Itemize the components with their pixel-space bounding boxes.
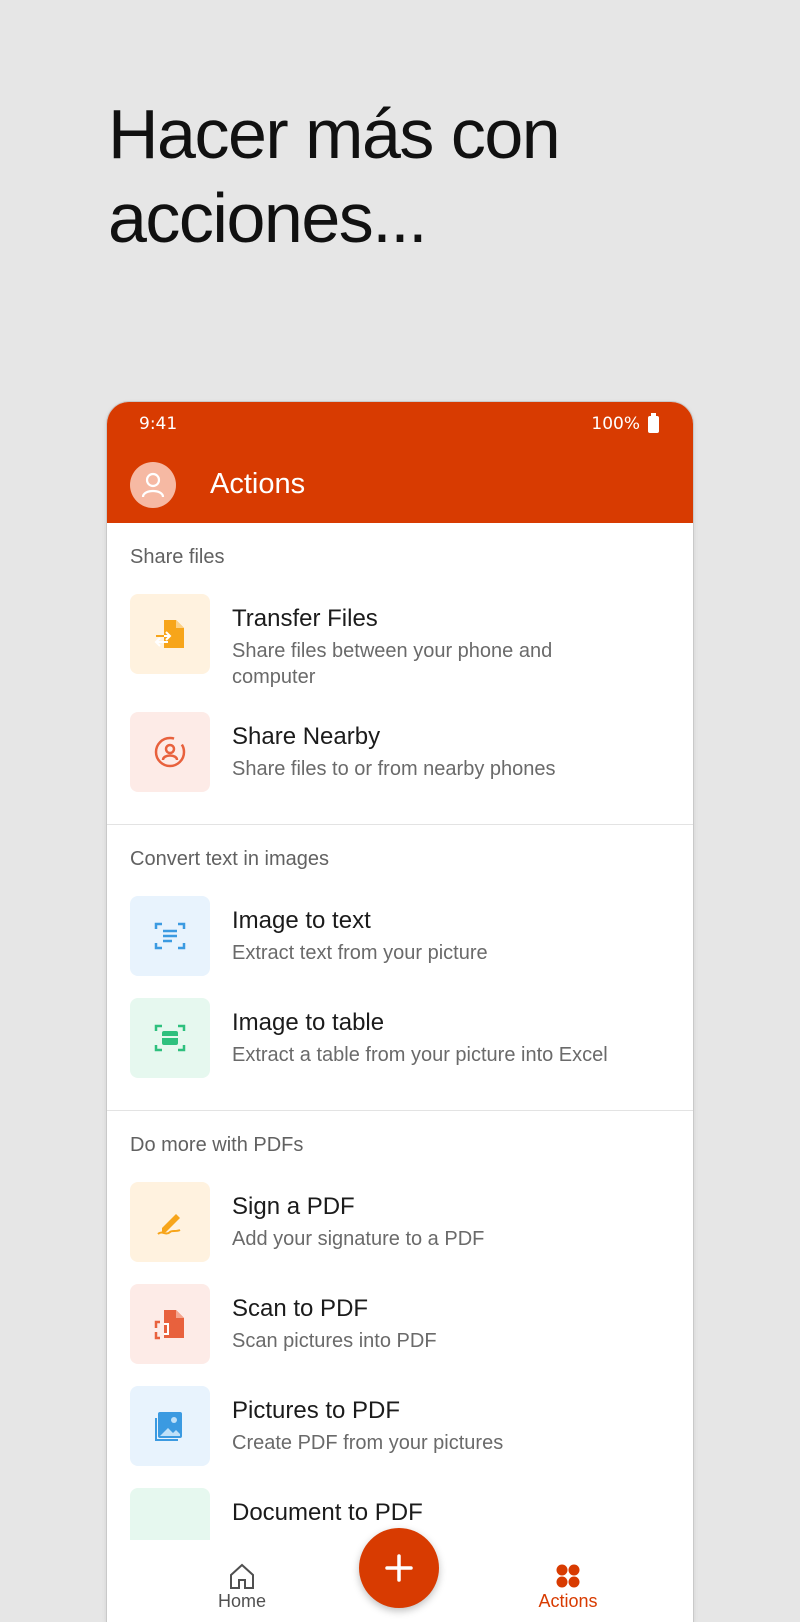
item-title: Pictures to PDF [232, 1397, 401, 1424]
section-share-files: Share files Transfer Files Share files b… [107, 523, 693, 825]
status-time: 9:41 [139, 414, 178, 434]
transfer-files-icon [130, 594, 210, 674]
item-subtitle: Share files between your phone and compu… [232, 640, 553, 688]
page-title: Actions [210, 468, 306, 500]
section-title: Convert text in images [130, 848, 329, 870]
item-title: Image to table [232, 1009, 385, 1036]
section-title: Share files [130, 546, 225, 568]
list-item-transfer-files[interactable]: Transfer Files Share files between your … [107, 594, 693, 690]
nav-home[interactable]: Home [162, 1540, 322, 1622]
battery-icon [648, 412, 659, 433]
item-title: Share Nearby [232, 723, 381, 750]
nav-home-label: Home [217, 1591, 266, 1611]
home-icon [230, 1563, 254, 1589]
item-subtitle: Scan pictures into PDF [232, 1330, 437, 1352]
item-title: Sign a PDF [232, 1193, 355, 1220]
section-convert-text: Convert text in images Image to text Ext… [107, 825, 693, 1111]
actions-list: Share files Transfer Files Share files b… [107, 523, 693, 1600]
section-title: Do more with PDFs [130, 1134, 304, 1156]
plus-icon [385, 1554, 413, 1582]
share-nearby-icon [130, 712, 210, 792]
scan-pdf-icon [130, 1284, 210, 1364]
item-title: Scan to PDF [232, 1295, 369, 1322]
item-subtitle: Create PDF from your pictures [232, 1432, 504, 1454]
app-bar: Actions [107, 446, 693, 523]
list-item-pictures-pdf[interactable]: Pictures to PDF Create PDF from your pic… [107, 1386, 693, 1466]
status-bar: 9:41 100% [107, 402, 693, 446]
item-subtitle: Add your signature to a PDF [232, 1228, 485, 1250]
list-item-image-to-text[interactable]: Image to text Extract text from your pic… [107, 896, 693, 976]
bottom-nav: Home Actions [107, 1528, 693, 1622]
item-title: Image to text [232, 907, 371, 934]
person-icon [141, 472, 165, 497]
phone-frame: 9:41 100% Actions Share files Transfer F… [107, 402, 693, 1622]
list-item-share-nearby[interactable]: Share Nearby Share files to or from near… [107, 712, 693, 792]
add-button[interactable] [359, 1528, 439, 1608]
list-item-sign-pdf[interactable]: Sign a PDF Add your signature to a PDF [107, 1182, 693, 1262]
sign-pdf-icon [130, 1182, 210, 1262]
grid-dots-icon [556, 1564, 580, 1588]
battery-level: 100% [591, 414, 640, 434]
section-pdfs: Do more with PDFs Sign a PDF Add your si… [107, 1111, 693, 1600]
item-title: Document to PDF [232, 1499, 423, 1526]
nav-actions-label: Actions [538, 1591, 598, 1611]
pictures-pdf-icon [130, 1386, 210, 1466]
item-subtitle: Extract text from your picture [232, 942, 488, 964]
item-subtitle: Share files to or from nearby phones [232, 758, 556, 780]
image-to-table-icon [130, 998, 210, 1078]
nav-actions[interactable]: Actions [488, 1540, 648, 1622]
promo-headline: Hacer más con acciones... [108, 95, 561, 257]
image-to-text-icon [130, 896, 210, 976]
list-item-scan-pdf[interactable]: Scan to PDF Scan pictures into PDF [107, 1284, 693, 1364]
item-subtitle: Extract a table from your picture into E… [232, 1044, 608, 1066]
item-title: Transfer Files [232, 605, 378, 632]
list-item-image-to-table[interactable]: Image to table Extract a table from your… [107, 998, 693, 1078]
avatar[interactable] [130, 461, 176, 508]
